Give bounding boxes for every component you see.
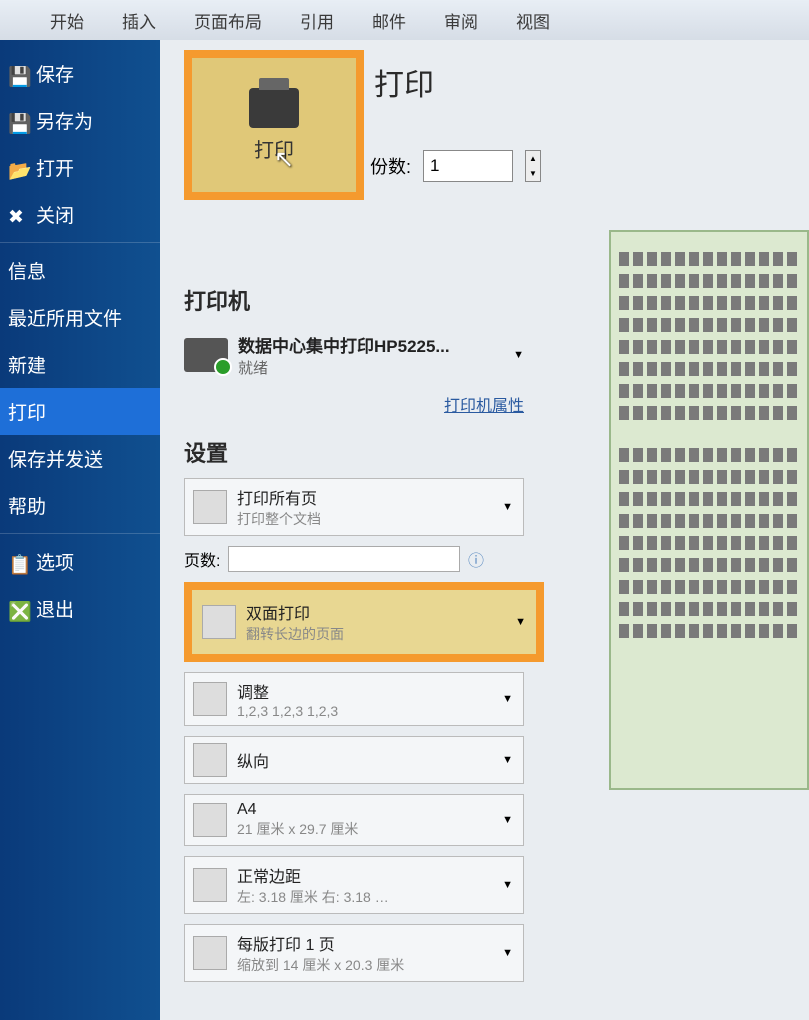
sidebar-label: 最近所用文件: [8, 304, 122, 331]
sidebar-print[interactable]: 打印: [0, 388, 160, 435]
sidebar-label: 信息: [8, 257, 46, 284]
setting-sub: 左: 3.18 厘米 右: 3.18 …: [237, 887, 389, 907]
sidebar-label: 另存为: [36, 107, 93, 134]
sidebar-options[interactable]: 📋 选项: [0, 538, 160, 585]
copies-input[interactable]: [423, 150, 513, 182]
collate-icon: [193, 682, 227, 716]
sidebar-label: 退出: [36, 595, 74, 622]
chevron-down-icon: ▼: [502, 879, 513, 891]
info-icon[interactable]: ⓘ: [468, 547, 484, 571]
save-icon: 💾: [8, 65, 26, 83]
chevron-down-icon: ▼: [515, 616, 526, 628]
chevron-down-icon: ▼: [502, 754, 513, 766]
pages-input[interactable]: [228, 546, 460, 572]
tab-references[interactable]: 引用: [300, 8, 334, 33]
tab-review[interactable]: 审阅: [444, 8, 478, 33]
tab-home[interactable]: 开始: [50, 8, 84, 33]
setting-orientation[interactable]: 纵向 ▼: [184, 736, 524, 784]
setting-main: 打印所有页: [237, 485, 321, 509]
chevron-down-icon: ▼: [513, 349, 524, 361]
setting-collate[interactable]: 调整 1,2,3 1,2,3 1,2,3 ▼: [184, 672, 524, 726]
setting-paper-size[interactable]: A4 21 厘米 x 29.7 厘米 ▼: [184, 794, 524, 846]
sidebar-info[interactable]: 信息: [0, 247, 160, 294]
sidebar-label: 关闭: [36, 201, 74, 228]
tab-insert[interactable]: 插入: [122, 8, 156, 33]
setting-main: 纵向: [237, 748, 269, 772]
sidebar-save-send[interactable]: 保存并发送: [0, 435, 160, 482]
sidebar-label: 打印: [8, 398, 46, 425]
setting-sub: 打印整个文档: [237, 509, 321, 529]
setting-margins[interactable]: 正常边距 左: 3.18 厘米 右: 3.18 … ▼: [184, 856, 524, 914]
save-as-icon: 💾: [8, 112, 26, 130]
print-panel: 打印 打印 ↖ 份数: ▲▼ 打印机 ⓘ 数据中心集中打印HP5225... 就…: [160, 40, 809, 1020]
setting-pages-per-sheet[interactable]: 每版打印 1 页 缩放到 14 厘米 x 20.3 厘米 ▼: [184, 924, 524, 982]
setting-sub: 21 厘米 x 29.7 厘米: [237, 819, 358, 839]
tab-mail[interactable]: 邮件: [372, 8, 406, 33]
sidebar-help[interactable]: 帮助: [0, 482, 160, 529]
chevron-down-icon: ▼: [502, 693, 513, 705]
print-heading: 打印: [374, 60, 809, 104]
printer-properties-link[interactable]: 打印机属性: [444, 398, 524, 415]
print-preview: [609, 230, 809, 790]
sidebar-label: 新建: [8, 351, 46, 378]
sidebar-save[interactable]: 💾 保存: [0, 50, 160, 97]
copies-label: 份数:: [370, 153, 411, 179]
close-icon: ✖: [8, 206, 26, 224]
sidebar-label: 保存并发送: [8, 445, 103, 472]
print-button-highlight: 打印 ↖: [184, 50, 364, 200]
sidebar-save-as[interactable]: 💾 另存为: [0, 97, 160, 144]
tab-view[interactable]: 视图: [516, 8, 550, 33]
setting-main: A4: [237, 801, 358, 819]
paper-icon: [193, 803, 227, 837]
sheet-icon: [193, 936, 227, 970]
setting-main: 调整: [237, 679, 338, 703]
sidebar-exit[interactable]: ❎ 退出: [0, 585, 160, 632]
options-icon: 📋: [8, 553, 26, 571]
sidebar-recent[interactable]: 最近所用文件: [0, 294, 160, 341]
printer-icon: [249, 88, 299, 128]
margins-icon: [193, 868, 227, 902]
printer-selector[interactable]: 数据中心集中打印HP5225... 就绪 ▼: [184, 326, 524, 384]
pages-icon: [193, 490, 227, 524]
file-sidebar: 💾 保存 💾 另存为 📂 打开 ✖ 关闭 信息 最近所用文件 新建 打印 保存并发送 帮…: [0, 40, 160, 1020]
setting-print-scope[interactable]: 打印所有页 打印整个文档 ▼: [184, 478, 524, 536]
chevron-down-icon: ▼: [502, 814, 513, 826]
chevron-down-icon: ▼: [502, 501, 513, 513]
pages-label: 页数:: [184, 547, 220, 571]
printer-device-icon: [184, 338, 228, 372]
setting-main: 双面打印: [246, 600, 344, 624]
printer-status: 就绪: [238, 357, 450, 378]
sidebar-new[interactable]: 新建: [0, 341, 160, 388]
printer-name: 数据中心集中打印HP5225...: [238, 332, 450, 357]
setting-sub: 1,2,3 1,2,3 1,2,3: [237, 703, 338, 719]
sidebar-label: 选项: [36, 548, 74, 575]
ribbon-tabs: 开始 插入 页面布局 引用 邮件 审阅 视图: [0, 0, 809, 40]
print-button[interactable]: 打印 ↖: [184, 50, 364, 200]
sidebar-open[interactable]: 📂 打开: [0, 144, 160, 191]
setting-sub: 缩放到 14 厘米 x 20.3 厘米: [237, 955, 404, 975]
sidebar-label: 打开: [36, 154, 74, 181]
cursor-icon: ↖: [274, 145, 294, 174]
setting-main: 每版打印 1 页: [237, 931, 404, 955]
sidebar-close[interactable]: ✖ 关闭: [0, 191, 160, 238]
exit-icon: ❎: [8, 600, 26, 618]
sidebar-label: 保存: [36, 60, 74, 87]
setting-sub: 翻转长边的页面: [246, 624, 344, 644]
copies-spinner[interactable]: ▲▼: [525, 150, 541, 182]
orientation-icon: [193, 743, 227, 777]
duplex-icon: [202, 605, 236, 639]
setting-main: 正常边距: [237, 863, 389, 887]
sidebar-label: 帮助: [8, 492, 46, 519]
setting-duplex[interactable]: 双面打印 翻转长边的页面 ▼: [184, 582, 544, 662]
open-icon: 📂: [8, 159, 26, 177]
tab-layout[interactable]: 页面布局: [194, 8, 262, 33]
chevron-down-icon: ▼: [502, 947, 513, 959]
